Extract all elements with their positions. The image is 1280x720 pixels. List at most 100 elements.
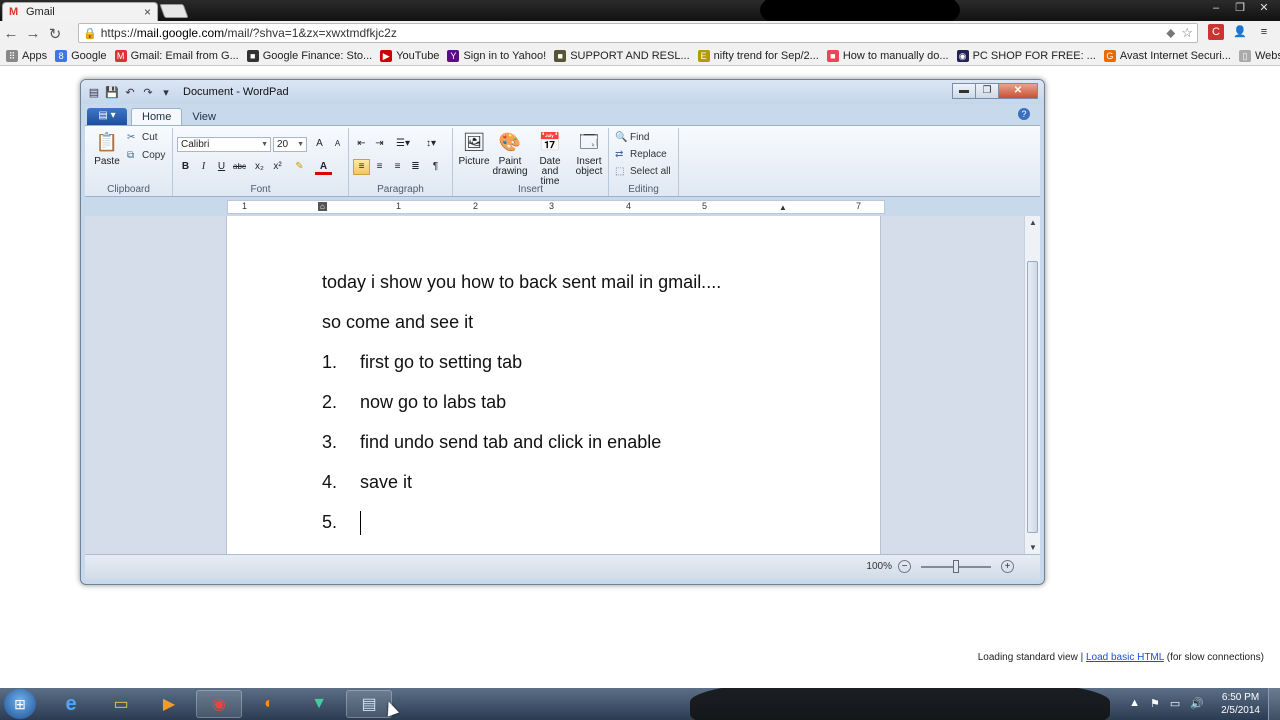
document-text[interactable]: today i show you how to back sent mail i… bbox=[322, 271, 721, 551]
cut-button[interactable]: ✂ Cut bbox=[127, 132, 158, 143]
help-icon[interactable]: ? bbox=[1018, 108, 1030, 120]
minimize-button[interactable]: – bbox=[1206, 1, 1226, 15]
ruler[interactable]: 1 ⌂ 1 2 3 4 5 ▲ 7 bbox=[227, 200, 885, 214]
forward-icon[interactable]: → bbox=[22, 25, 44, 42]
document-page[interactable]: today i show you how to back sent mail i… bbox=[226, 216, 881, 554]
align-left-icon[interactable]: ≡ bbox=[353, 159, 370, 175]
network-icon[interactable]: ▭ bbox=[1170, 697, 1180, 710]
scroll-up-icon[interactable]: ▲ bbox=[1025, 218, 1040, 227]
bold-button[interactable]: B bbox=[177, 159, 194, 175]
tab-view[interactable]: View bbox=[182, 109, 226, 125]
redo-icon[interactable]: ↷ bbox=[141, 86, 155, 99]
bookmark-item[interactable]: ◉ PC SHOP FOR FREE: ... bbox=[956, 49, 1096, 62]
select-all-button[interactable]: ⬚ Select all bbox=[615, 166, 671, 177]
reload-icon[interactable]: ↻ bbox=[44, 25, 66, 43]
bookmark-item[interactable]: Enifty trend for Sep/2... bbox=[697, 49, 819, 62]
bookmark-item[interactable]: Y Sign in to Yahoo! bbox=[447, 49, 546, 62]
copy-button[interactable]: ⧉ Copy bbox=[127, 150, 165, 161]
picture-button[interactable]: 🖼 Picture bbox=[457, 130, 491, 167]
undo-icon[interactable]: ↶ bbox=[123, 86, 137, 99]
bookmark-item[interactable]: ▶ YouTube bbox=[380, 49, 439, 62]
show-desktop-button[interactable] bbox=[1268, 688, 1280, 720]
customize-qat-icon[interactable]: ▾ bbox=[159, 86, 173, 99]
wordpad-minimize-button[interactable]: ▬ bbox=[952, 83, 976, 99]
vertical-scrollbar[interactable]: ▲ ▼ bbox=[1024, 216, 1040, 554]
zoom-in-icon[interactable]: + bbox=[1001, 560, 1014, 573]
bookmark-item[interactable]: G Avast Internet Securi... bbox=[1103, 49, 1231, 62]
menu-icon[interactable]: ≡ bbox=[1256, 24, 1272, 40]
underline-button[interactable]: U bbox=[213, 159, 230, 175]
address-bar[interactable]: 🔒 https://mail.google.com/mail/?shva=1&z… bbox=[78, 23, 1198, 43]
line-spacing-icon[interactable]: ↕▾ bbox=[419, 136, 443, 152]
bookmark-item[interactable]: ■ Google Finance: Sto... bbox=[246, 49, 372, 62]
grow-font-button[interactable]: A bbox=[311, 136, 328, 152]
copy-icon: ⧉ bbox=[127, 150, 135, 161]
wordpad-menu-button[interactable]: ▤ ▾ bbox=[87, 108, 127, 125]
profile-icon[interactable]: 👤 bbox=[1232, 24, 1248, 40]
wordpad-maximize-button[interactable]: ❐ bbox=[975, 83, 999, 99]
paragraph-settings-icon[interactable]: ¶ bbox=[427, 159, 444, 175]
align-center-icon[interactable]: ≡ bbox=[371, 159, 388, 175]
insert-object-button[interactable]: 🗔 Insert object bbox=[571, 130, 607, 177]
bookmark-item[interactable]: ■ SUPPORT AND RESL... bbox=[554, 49, 690, 62]
volume-icon[interactable]: 🔊 bbox=[1190, 697, 1204, 710]
action-center-flag-icon[interactable]: ⚑ bbox=[1150, 697, 1160, 710]
italic-button[interactable]: I bbox=[195, 159, 212, 175]
strikethrough-button[interactable]: abc bbox=[231, 159, 248, 175]
load-basic-html-link[interactable]: Load basic HTML bbox=[1086, 652, 1164, 663]
align-right-icon[interactable]: ≡ bbox=[389, 159, 406, 175]
tab-gmail[interactable]: M Gmail × bbox=[2, 2, 158, 21]
page-action-icon[interactable]: ⬥ bbox=[1166, 25, 1175, 41]
scroll-down-icon[interactable]: ▼ bbox=[1025, 543, 1040, 552]
firefox-icon[interactable]: ◐ bbox=[246, 690, 292, 718]
find-button[interactable]: 🔍 Find bbox=[615, 132, 649, 143]
chrome-icon[interactable]: ◉ bbox=[196, 690, 242, 718]
tab-home[interactable]: Home bbox=[131, 108, 183, 125]
justify-icon[interactable]: ≣ bbox=[407, 159, 424, 175]
bookmark-item[interactable]: 8 Google bbox=[55, 49, 107, 62]
highlight-color-button[interactable]: ✎ bbox=[291, 159, 308, 175]
increase-indent-icon[interactable]: ⇥ bbox=[371, 136, 388, 152]
decrease-indent-icon[interactable]: ⇤ bbox=[353, 136, 370, 152]
bullets-icon[interactable]: ☰▾ bbox=[391, 136, 415, 152]
bookmark-item[interactable]: ▯Website Value Calcu... bbox=[1238, 49, 1280, 62]
zoom-slider[interactable] bbox=[921, 559, 991, 573]
superscript-button[interactable]: x² bbox=[269, 159, 286, 175]
extension-c-icon[interactable]: C bbox=[1208, 24, 1224, 40]
vpn-icon[interactable]: ▼ bbox=[296, 690, 342, 718]
bookmark-item[interactable]: M Gmail: Email from G... bbox=[114, 49, 239, 62]
file-explorer-icon[interactable]: ▭ bbox=[98, 690, 144, 718]
bookmark-star-icon[interactable]: ☆ bbox=[1181, 25, 1193, 41]
back-icon[interactable]: ← bbox=[0, 25, 22, 42]
new-tab-button[interactable] bbox=[159, 4, 189, 18]
media-player-icon[interactable]: ▶ bbox=[146, 690, 192, 718]
subscript-button[interactable]: x₂ bbox=[251, 159, 268, 175]
paste-button[interactable]: 📋 Paste bbox=[91, 130, 123, 167]
internet-explorer-icon[interactable]: e bbox=[48, 690, 94, 718]
object-icon: 🗔 bbox=[579, 132, 599, 152]
zoom-out-icon[interactable]: − bbox=[898, 560, 911, 573]
shrink-font-button[interactable]: A bbox=[329, 136, 346, 152]
scrollbar-thumb[interactable] bbox=[1027, 261, 1038, 533]
clock[interactable]: 6:50 PM 2/5/2014 bbox=[1221, 691, 1260, 717]
font-family-select[interactable]: Calibri ▼ bbox=[177, 137, 271, 152]
replace-button[interactable]: ⇄ Replace bbox=[615, 149, 667, 160]
bookmark-item[interactable]: ⠿ Apps bbox=[6, 49, 47, 62]
right-indent-marker[interactable]: ▲ bbox=[779, 203, 787, 212]
tab-close-icon[interactable]: × bbox=[144, 5, 151, 19]
font-size-select[interactable]: 20 ▼ bbox=[273, 137, 307, 152]
ribbon: 📋 Paste ✂ Cut ⧉ Copy Clipboard Calibri ▼ 20… bbox=[85, 125, 1040, 197]
restore-button[interactable]: ❐ bbox=[1230, 1, 1250, 15]
close-window-button[interactable]: ✕ bbox=[1254, 1, 1274, 15]
wordpad-close-button[interactable]: ✕ bbox=[998, 83, 1038, 99]
text-color-button[interactable]: A bbox=[315, 159, 332, 175]
save-icon[interactable]: 💾 bbox=[105, 86, 119, 99]
zoom-slider-knob[interactable] bbox=[953, 559, 959, 573]
bookmark-item[interactable]: ■ How to manually do... bbox=[826, 49, 949, 62]
start-button[interactable]: ⊞ bbox=[4, 689, 36, 719]
show-hidden-icons-icon[interactable]: ▲ bbox=[1129, 697, 1140, 710]
paint-drawing-button[interactable]: 🎨 Paint drawing bbox=[491, 130, 529, 177]
date-time-button[interactable]: 📅 Date and time bbox=[531, 130, 569, 187]
indent-marker[interactable]: ⌂ bbox=[318, 202, 327, 211]
wordpad-window: ▤ 💾 ↶ ↷ ▾ Document - WordPad ▬ ❐ ✕ ▤ ▾ H… bbox=[80, 79, 1045, 585]
